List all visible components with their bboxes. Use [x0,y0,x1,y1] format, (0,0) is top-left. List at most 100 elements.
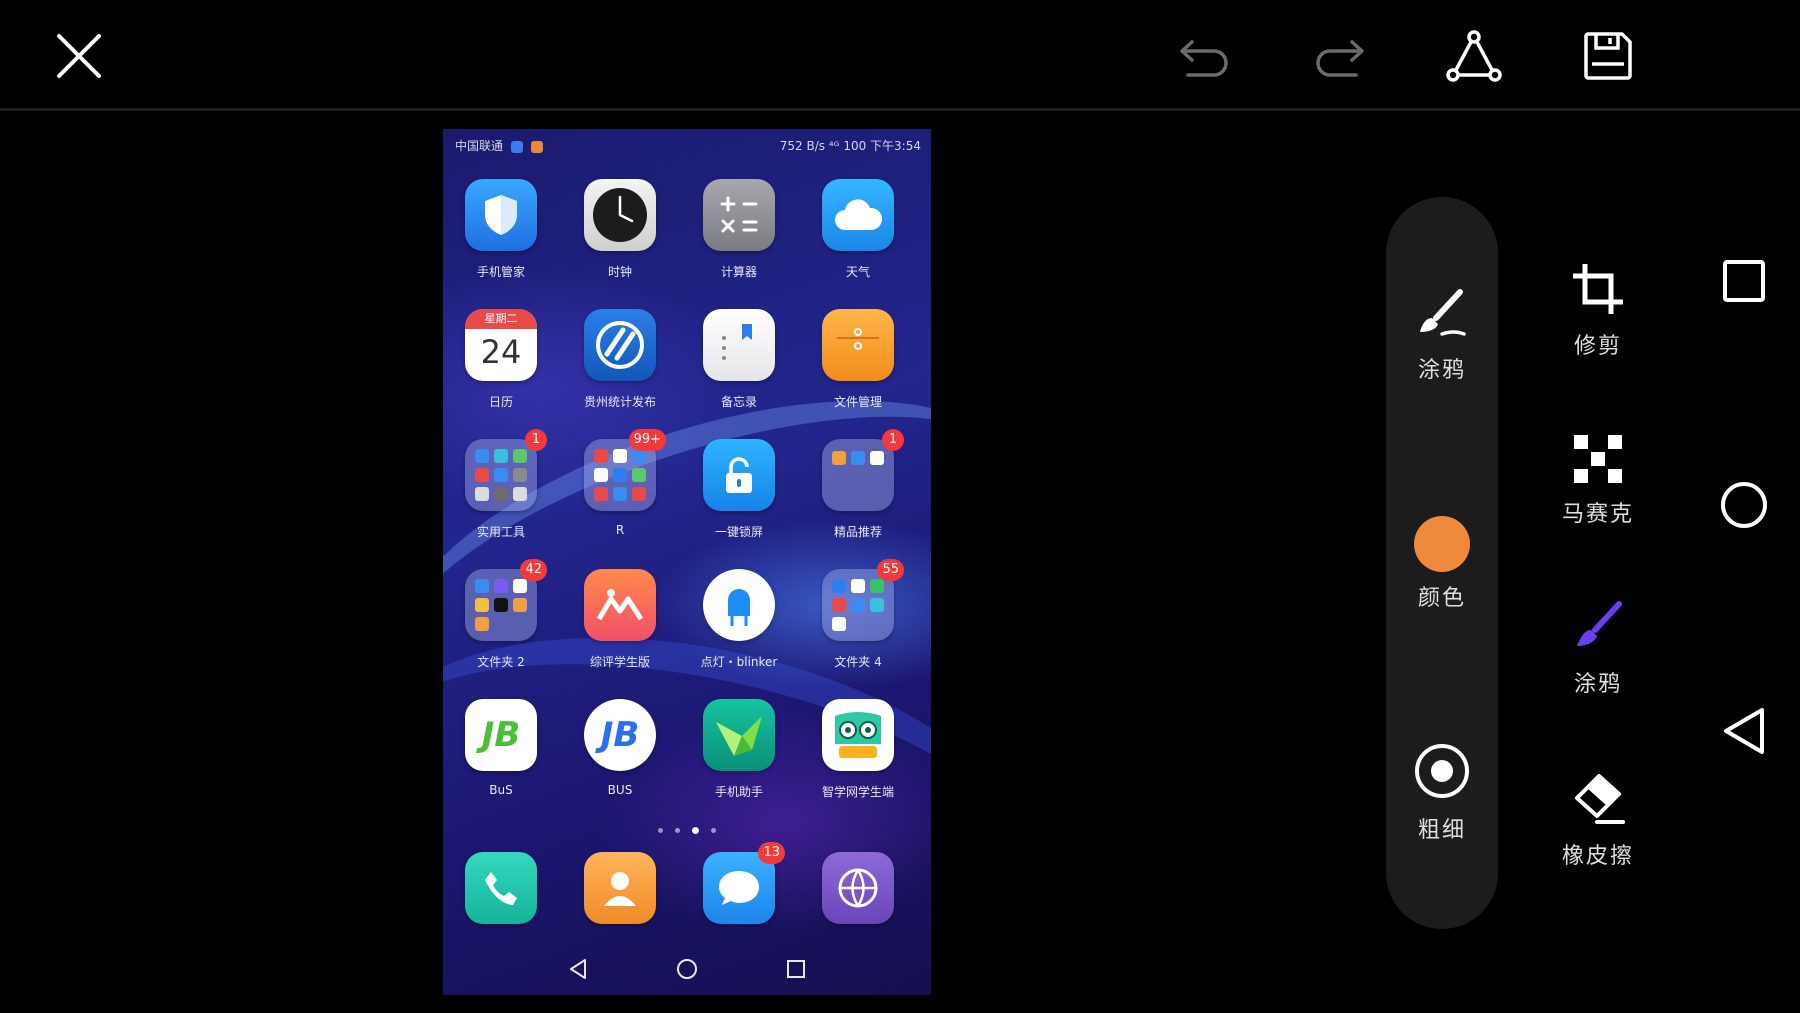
app-label: 手机助手 [714,785,763,799]
recents-icon [787,960,805,978]
app-zhixue[interactable]: 智学网学生端 [803,699,913,800]
app-label: 智学网学生端 [821,785,894,799]
notification-badge: 1 [882,429,904,451]
notification-badge: 99+ [628,429,666,451]
app-folder-2[interactable]: 42 文件夹 2 [446,559,556,670]
contacts-icon [584,852,656,924]
notes-icon [703,309,775,381]
app-folder-r[interactable]: 99+ R [565,429,675,537]
color-option[interactable]: 颜色 [1386,516,1498,612]
eraser-label: 橡皮擦 [1561,844,1634,869]
dock-messages[interactable]: 13 [684,842,794,924]
crop-label: 修剪 [1573,334,1622,359]
dock-browser[interactable] [803,852,913,924]
redo-button[interactable] [1312,28,1368,84]
page-dot [658,828,663,833]
message-bubble-icon: 13 [703,842,785,924]
phone-nav-bar [443,954,931,984]
app-label: BuS [489,783,513,797]
notification-badge: 42 [520,559,547,581]
mosaic-icon [1574,435,1622,483]
app-phone-manager[interactable]: 手机管家 [446,179,556,280]
eraser-icon [1575,774,1625,824]
jb-logo-icon: JB [465,699,537,771]
app-bus-1[interactable]: JB BuS [446,699,556,797]
notification-badge: 55 [877,559,904,581]
app-file-manager[interactable]: 文件管理 [803,309,913,410]
app-label: 实用工具 [476,525,525,539]
cloud-icon [822,179,894,251]
app-phone-assistant[interactable]: 手机助手 [684,699,794,800]
folder-grid-icon: 1 [465,429,547,511]
mosaic-tool[interactable]: 马赛克 [1542,434,1654,528]
app-label: 手机管家 [476,265,525,279]
app-blinker[interactable]: 点灯・blinker [684,569,794,670]
app-label: 综评学生版 [589,655,650,669]
dock-contacts[interactable] [565,852,675,924]
globe-icon [822,852,894,924]
close-button[interactable] [48,28,110,84]
app-guizhou-stats[interactable]: 贵州统计发布 [565,309,675,410]
home-icon [677,959,697,979]
app-label: 计算器 [720,265,757,279]
crop-icon [1573,264,1623,314]
jb-logo-icon: JB [584,699,656,771]
folder-grid-icon: 55 [822,559,904,641]
app-bus-2[interactable]: JB BUS [565,699,675,797]
page-dot-active [692,827,699,834]
eraser-tool[interactable]: 橡皮擦 [1542,772,1654,870]
page-dot [675,828,680,833]
brush-icon [1420,289,1466,336]
thickness-label: 粗细 [1417,818,1466,843]
home-nav-icon[interactable] [1720,481,1768,529]
folder-grid-icon: 42 [465,559,547,641]
clock-icon [584,179,656,251]
app-notify-icon [530,140,543,153]
back-icon [570,959,586,979]
app-folder-featured[interactable]: 1 精品推荐 [803,429,913,540]
close-icon [57,34,101,78]
app-folder-4[interactable]: 55 文件夹 4 [803,559,913,670]
screenshot-canvas[interactable]: 中国联通 752 B/s ⁴ᴳ 100 下午3:54 手机管家 时钟 计算器 天… [443,129,931,995]
graffiti-style-label: 涂鸦 [1417,358,1466,383]
undo-button[interactable] [1176,28,1232,84]
back-nav-icon[interactable] [1720,706,1768,756]
color-label: 颜色 [1417,586,1466,611]
stats-logo-icon [584,309,656,381]
crop-tool[interactable]: 修剪 [1542,262,1654,360]
bulb-icon [703,569,775,641]
app-label: 文件夹 4 [834,655,882,669]
lock-icon [703,439,775,511]
app-label: 日历 [488,395,513,409]
app-clock[interactable]: 时钟 [565,179,675,280]
mountain-logo-icon [584,569,656,641]
shield-notify-icon [510,140,523,153]
share-button[interactable] [1444,26,1504,86]
calendar-icon: 星期二 24 [465,309,537,381]
calendar-weekday: 星期二 [465,309,537,329]
save-button[interactable] [1580,28,1636,84]
app-folder-tools[interactable]: 1 实用工具 [446,429,556,540]
folder-grid-icon: 1 [822,429,904,511]
pen-style-option[interactable]: 涂鸦 [1386,288,1498,384]
recents-nav-icon[interactable] [1722,259,1766,303]
dock-phone[interactable] [446,852,556,924]
mosaic-label: 马赛克 [1561,502,1634,527]
app-label: 备忘录 [720,395,757,409]
graffiti-tool[interactable]: 涂鸦 [1542,600,1654,698]
color-swatch [1414,516,1470,572]
app-calendar[interactable]: 星期二 24 日历 [446,309,556,410]
app-notes[interactable]: 备忘录 [684,309,794,410]
app-zongping[interactable]: 综评学生版 [565,569,675,670]
app-weather[interactable]: 天气 [803,179,913,280]
app-one-key-lock[interactable]: 一键锁屏 [684,439,794,540]
graffiti-label: 涂鸦 [1573,672,1622,697]
thickness-option[interactable]: 粗细 [1386,742,1498,844]
page-indicator [443,820,931,839]
app-calculator[interactable]: 计算器 [684,179,794,280]
redo-icon [1316,40,1364,77]
status-right: 752 B/s ⁴ᴳ 100 下午3:54 [779,139,921,153]
app-label: 天气 [845,265,870,279]
toolbar-divider [0,108,1800,111]
app-label: 文件夹 2 [477,655,525,669]
